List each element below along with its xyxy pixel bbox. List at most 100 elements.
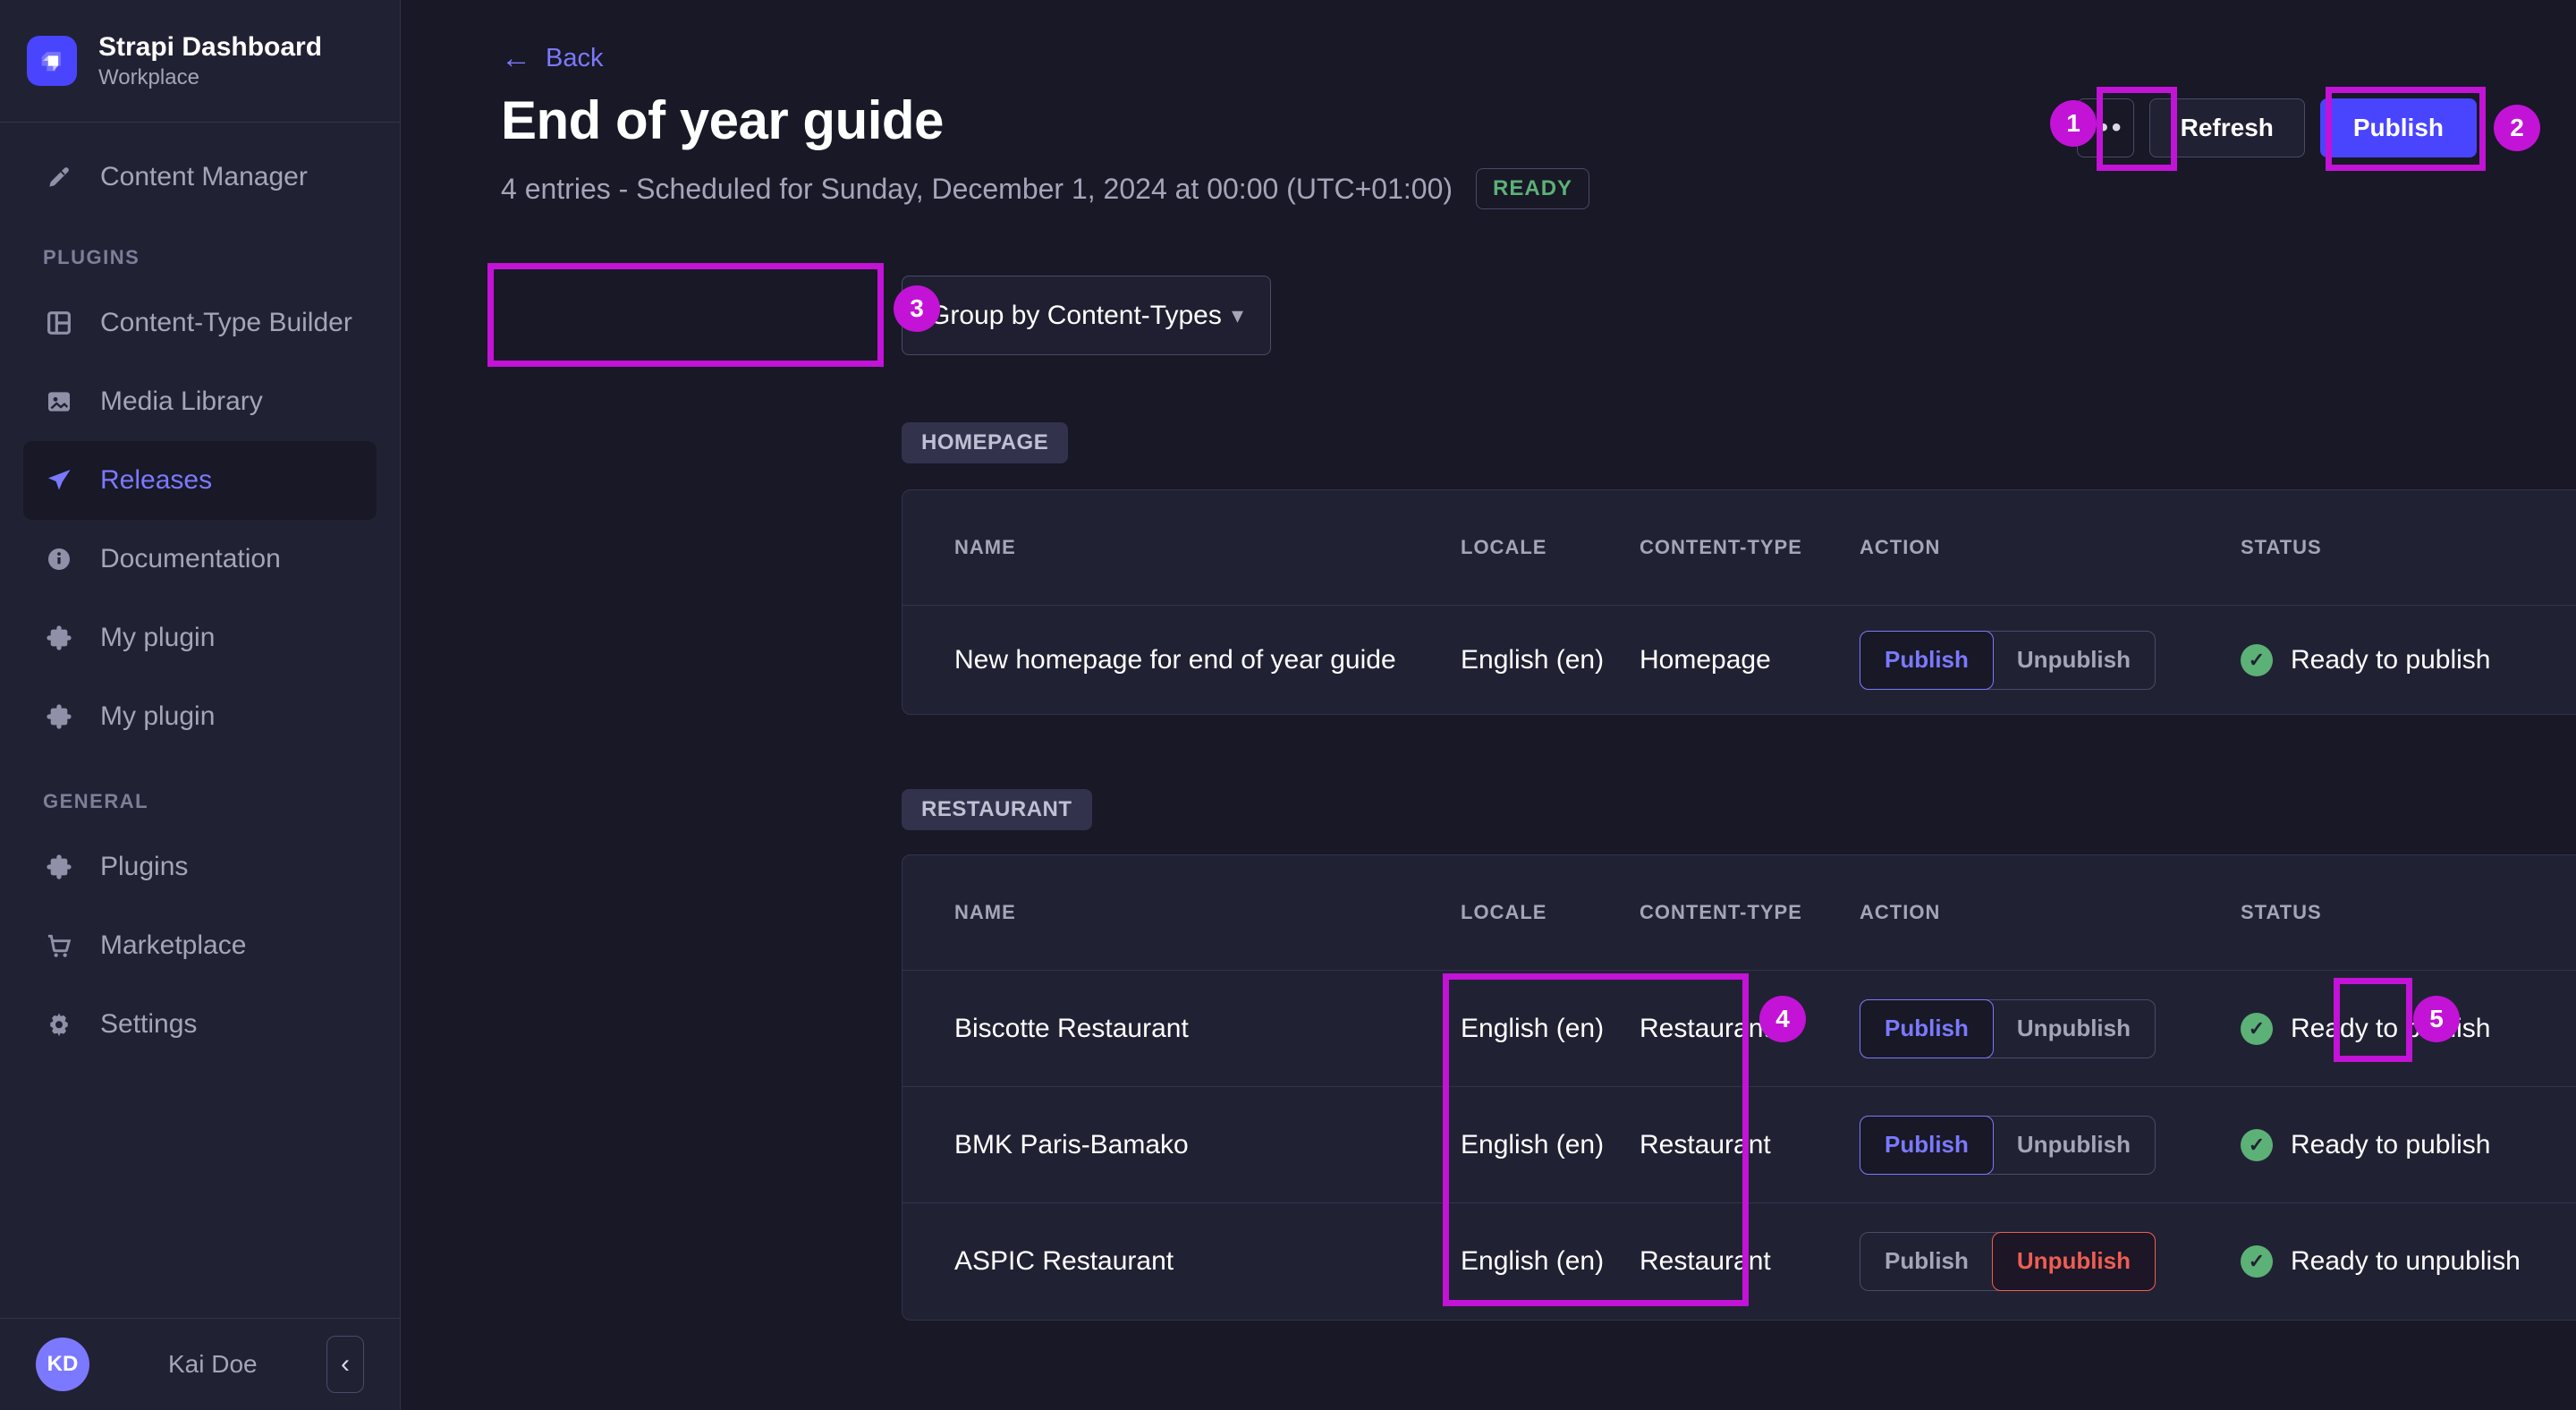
sidebar-item-label: Documentation (100, 544, 281, 573)
check-circle-icon: ✓ (2241, 1244, 2273, 1278)
sidebar: Strapi Dashboard Workplace Content Manag… (0, 0, 401, 1410)
column-header-action: ACTION (1860, 536, 1941, 558)
column-header-locale: LOCALE (1461, 536, 1547, 558)
sidebar-item-label: Content-Type Builder (100, 308, 352, 337)
sidebar-item-label: Releases (100, 465, 213, 495)
release-more-button[interactable]: ••• (2076, 98, 2134, 157)
puzzle-icon (43, 851, 75, 883)
sidebar-item-label: Settings (100, 1009, 198, 1039)
entry-locale: English (en) (1461, 1245, 1605, 1276)
user-name: Kai Doe (168, 1350, 258, 1378)
check-circle-icon: ✓ (2241, 1012, 2273, 1045)
entries-table-homepage: NAME LOCALE CONTENT-TYPE ACTION STATUS N… (902, 489, 2576, 715)
chevron-left-icon: ‹ (341, 1349, 350, 1379)
sidebar-item-my-plugin-1[interactable]: My plugin (0, 599, 400, 677)
publish-toggle-button[interactable]: Publish (1860, 998, 1994, 1058)
publish-release-button[interactable]: Publish (2319, 98, 2477, 157)
entry-name: Biscotte Restaurant (954, 1013, 1189, 1043)
unpublish-toggle-button[interactable]: Unpublish (1991, 1231, 2156, 1291)
entry-content-type: Restaurant (1640, 1129, 1771, 1159)
entry-name: BMK Paris-Bamako (954, 1129, 1189, 1159)
sidebar-item-releases[interactable]: Releases (23, 441, 377, 520)
sidebar-item-content-type-builder[interactable]: Content-Type Builder (0, 284, 400, 362)
action-toggle: Publish Unpublish (1860, 1231, 2156, 1291)
cart-icon (43, 930, 75, 962)
publish-toggle-button[interactable]: Publish (1860, 1233, 1993, 1290)
main-content: ← Back End of year guide 4 entries - Sch… (401, 0, 2576, 1410)
info-icon (43, 543, 75, 575)
unpublish-toggle-button[interactable]: Unpublish (1993, 1117, 2155, 1174)
group-by-select[interactable]: Group by Content-Types ▾ (902, 276, 1271, 355)
unpublish-toggle-button[interactable]: Unpublish (1993, 632, 2155, 689)
gear-icon (43, 1008, 75, 1041)
sidebar-item-marketplace[interactable]: Marketplace (0, 906, 400, 985)
app-title: Strapi Dashboard (98, 31, 323, 62)
entry-status: Ready to publish (2291, 1129, 2491, 1159)
avatar[interactable]: KD (36, 1338, 89, 1391)
refresh-button[interactable]: Refresh (2148, 98, 2305, 157)
group-badge-restaurant: RESTAURANT (902, 789, 1092, 830)
entry-content-type: Restaurant (1640, 1245, 1771, 1276)
workspace-header[interactable]: Strapi Dashboard Workplace (0, 0, 400, 123)
column-header-status: STATUS (2241, 536, 2322, 558)
sidebar-footer: KD Kai Doe ‹ (0, 1318, 400, 1410)
entry-status: Ready to unpublish (2291, 1245, 2521, 1276)
column-header-action: ACTION (1860, 901, 1941, 923)
strapi-logo-icon (27, 36, 77, 86)
table-row: Biscotte Restaurant English (en) Restaur… (902, 970, 2576, 1086)
sidebar-item-documentation[interactable]: Documentation (0, 520, 400, 599)
entry-content-type: Homepage (1640, 644, 1771, 675)
chevron-down-icon: ▾ (1231, 302, 1243, 328)
back-link[interactable]: ← Back (501, 43, 603, 73)
header-actions: ••• Refresh Publish (2076, 98, 2477, 157)
sidebar-section-general: GENERAL (43, 790, 149, 812)
action-toggle: Publish Unpublish (1860, 1115, 2156, 1175)
sidebar-item-settings[interactable]: Settings (0, 985, 400, 1064)
sidebar-item-label: Marketplace (100, 930, 247, 960)
action-toggle: Publish Unpublish (1860, 998, 2156, 1058)
column-header-name: NAME (954, 901, 1016, 923)
entry-name: ASPIC Restaurant (954, 1245, 1174, 1276)
sidebar-item-label: My plugin (100, 701, 216, 731)
pencil-icon (43, 161, 75, 193)
sidebar-item-content-manager[interactable]: Content Manager (0, 142, 400, 212)
column-header-content-type: CONTENT-TYPE (1640, 901, 1802, 923)
status-badge: READY (1476, 168, 1590, 209)
check-circle-icon: ✓ (2241, 1128, 2273, 1161)
entry-locale: English (en) (1461, 1129, 1605, 1159)
sidebar-collapse-button[interactable]: ‹ (326, 1336, 364, 1393)
entry-locale: English (en) (1461, 644, 1605, 675)
group-by-value: Group by Content-Types (929, 300, 1222, 330)
sidebar-item-media-library[interactable]: Media Library (0, 362, 400, 441)
back-label: Back (546, 43, 604, 72)
sidebar-item-label: Content Manager (100, 162, 308, 191)
table-row: New homepage for end of year guide Engli… (902, 605, 2576, 714)
workspace-name: Workplace (98, 65, 199, 90)
entry-locale: English (en) (1461, 1013, 1605, 1043)
layout-icon (43, 307, 75, 339)
table-row: ASPIC Restaurant English (en) Restaurant… (902, 1202, 2576, 1319)
column-header-locale: LOCALE (1461, 901, 1547, 923)
puzzle-icon (43, 701, 75, 733)
publish-toggle-button[interactable]: Publish (1860, 1115, 1994, 1175)
sidebar-section-plugins: PLUGINS (43, 246, 140, 268)
table-header-row: NAME LOCALE CONTENT-TYPE ACTION STATUS (902, 490, 2576, 605)
entries-table-restaurant: NAME LOCALE CONTENT-TYPE ACTION STATUS B… (902, 854, 2576, 1321)
action-toggle: Publish Unpublish (1860, 630, 2156, 690)
entry-status: Ready to publish (2291, 1013, 2491, 1043)
group-badge-homepage: HOMEPAGE (902, 422, 1069, 463)
paper-plane-icon (43, 464, 75, 497)
entry-status: Ready to publish (2291, 644, 2491, 675)
sidebar-item-my-plugin-2[interactable]: My plugin (0, 677, 400, 756)
column-header-status: STATUS (2241, 901, 2322, 923)
table-header-row: NAME LOCALE CONTENT-TYPE ACTION STATUS (902, 855, 2576, 970)
publish-toggle-button[interactable]: Publish (1860, 630, 1994, 690)
sidebar-item-label: My plugin (100, 623, 216, 652)
release-schedule-text: 4 entries - Scheduled for Sunday, Decemb… (501, 172, 1453, 205)
sidebar-nav: Content Manager PLUGINS Content-Type Bui… (0, 123, 400, 1064)
table-row: BMK Paris-Bamako English (en) Restaurant… (902, 1086, 2576, 1202)
sidebar-item-plugins[interactable]: Plugins (0, 828, 400, 906)
unpublish-toggle-button[interactable]: Unpublish (1993, 1000, 2155, 1058)
arrow-left-icon: ← (501, 41, 531, 75)
page-title: End of year guide (501, 90, 944, 150)
